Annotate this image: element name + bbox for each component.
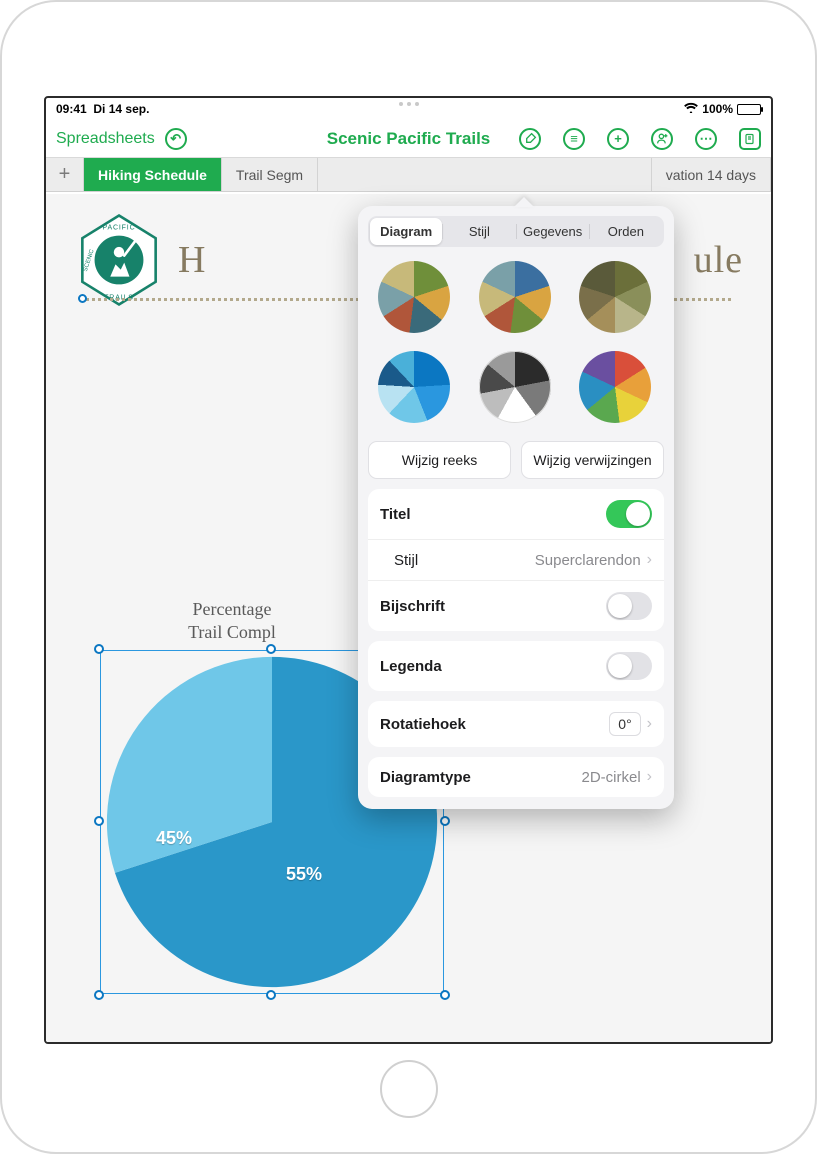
wifi-icon xyxy=(684,102,698,116)
style-preset[interactable] xyxy=(579,261,651,333)
tab-trail-segments[interactable]: Trail Segm xyxy=(222,158,318,191)
resize-handle[interactable] xyxy=(266,990,276,1000)
row-rotation[interactable]: Rotatiehoek 0° › xyxy=(368,701,664,747)
battery-icon xyxy=(737,104,761,115)
doc-title[interactable]: Scenic Pacific Trails xyxy=(327,129,490,149)
legend-label: Legenda xyxy=(380,658,442,675)
popover-tab-data[interactable]: Gegevens xyxy=(517,218,589,245)
row-title: Titel xyxy=(368,489,664,539)
row-caption: Bijschrift xyxy=(368,580,664,631)
title-style-label: Stijl xyxy=(380,552,418,569)
resize-handle[interactable] xyxy=(440,816,450,826)
popover-tab-style[interactable]: Stijl xyxy=(443,218,515,245)
tab-elevation[interactable]: vation 14 days xyxy=(651,158,771,191)
rotation-value[interactable]: 0° xyxy=(609,712,640,736)
style-preset[interactable] xyxy=(378,351,450,423)
doc-settings-icon[interactable] xyxy=(739,128,761,150)
chart-style-presets xyxy=(368,257,664,435)
caption-toggle[interactable] xyxy=(606,592,652,620)
rotation-label: Rotatiehoek xyxy=(380,716,466,733)
resize-handle[interactable] xyxy=(266,644,276,654)
resize-handle[interactable] xyxy=(94,816,104,826)
resize-handle[interactable] xyxy=(440,990,450,1000)
collaborate-icon[interactable] xyxy=(651,128,673,150)
page-heading-left: H xyxy=(178,238,206,282)
format-brush-icon[interactable] xyxy=(519,128,541,150)
chevron-right-icon: › xyxy=(647,551,652,569)
text-selection-handle[interactable] xyxy=(78,294,87,303)
caption-label: Bijschrift xyxy=(380,598,445,615)
slice-label-55: 55% xyxy=(286,864,322,885)
row-chart-type[interactable]: Diagramtype 2D-cirkel › xyxy=(368,757,664,797)
style-preset[interactable] xyxy=(479,351,551,423)
popover-tab-arrange[interactable]: Orden xyxy=(590,218,662,245)
edit-series-button[interactable]: Wijzig reeks xyxy=(368,441,511,479)
comment-icon[interactable]: ≡ xyxy=(563,128,585,150)
status-time: 09:41 xyxy=(56,102,87,116)
chart-title[interactable]: Percentage Trail Compl xyxy=(112,598,352,643)
sheet-tabs: + Hiking Schedule Trail Segm vation 14 d… xyxy=(46,158,771,192)
back-button[interactable]: Spreadsheets xyxy=(56,130,155,148)
home-button[interactable] xyxy=(380,1060,438,1118)
svg-text:PACIFIC: PACIFIC xyxy=(102,224,135,231)
status-date: Di 14 sep. xyxy=(93,102,149,116)
row-title-style[interactable]: Stijl Superclarendon › xyxy=(368,539,664,580)
row-legend: Legenda xyxy=(368,641,664,691)
battery-pct: 100% xyxy=(702,102,733,116)
page-heading-right: ule xyxy=(694,238,743,282)
chart-type-label: Diagramtype xyxy=(380,769,471,786)
chevron-right-icon: › xyxy=(647,715,652,733)
popover-tab-diagram[interactable]: Diagram xyxy=(370,218,442,245)
logo-badge: PACIFIC TRAILS SCENIC xyxy=(74,212,164,308)
add-sheet-button[interactable]: + xyxy=(46,158,84,191)
resize-handle[interactable] xyxy=(94,990,104,1000)
style-preset[interactable] xyxy=(479,261,551,333)
chevron-right-icon: › xyxy=(647,768,652,786)
more-icon[interactable]: ⋯ xyxy=(695,128,717,150)
title-style-value: Superclarendon xyxy=(535,552,641,569)
style-preset[interactable] xyxy=(378,261,450,333)
slice-label-45: 45% xyxy=(156,828,192,849)
style-preset[interactable] xyxy=(579,351,651,423)
undo-icon[interactable]: ↶ xyxy=(165,128,187,150)
resize-handle[interactable] xyxy=(94,644,104,654)
legend-toggle[interactable] xyxy=(606,652,652,680)
title-label: Titel xyxy=(380,506,411,523)
title-toggle[interactable] xyxy=(606,500,652,528)
tab-hiking-schedule[interactable]: Hiking Schedule xyxy=(84,158,222,191)
format-popover: Diagram Stijl Gegevens Orden Wijzig reek… xyxy=(358,206,674,809)
toolbar: Spreadsheets ↶ Scenic Pacific Trails ≡ +… xyxy=(46,120,771,158)
chart-type-value: 2D-cirkel xyxy=(581,769,640,786)
popover-tabs: Diagram Stijl Gegevens Orden xyxy=(368,216,664,247)
add-icon[interactable]: + xyxy=(607,128,629,150)
edit-references-button[interactable]: Wijzig verwijzingen xyxy=(521,441,664,479)
